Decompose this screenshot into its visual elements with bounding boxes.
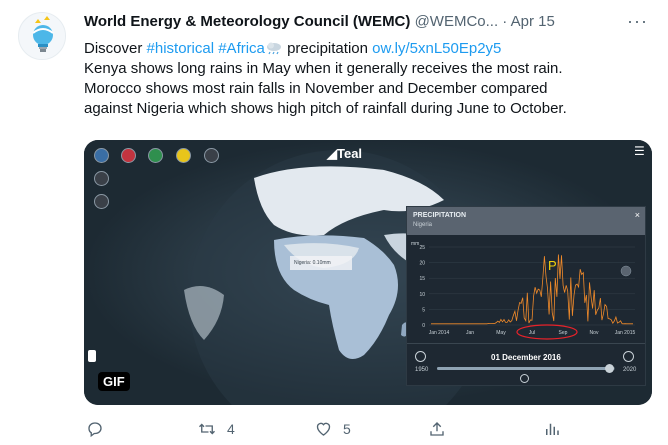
x-tick-label: Jan 2015	[615, 330, 636, 336]
like-count: 5	[343, 421, 351, 437]
media-gif[interactable]: ◢Teal ☰ Nigeria: 0.10mm PRECIPITATION Ni…	[84, 140, 652, 405]
share-icon	[430, 422, 444, 436]
retweet-button[interactable]: 4	[197, 420, 235, 438]
author-name[interactable]: World Energy & Meteorology Council (WEMC…	[84, 13, 410, 30]
panel-title: PRECIPITATION	[413, 212, 467, 219]
share-button[interactable]	[428, 420, 446, 438]
x-tick-label: Jul	[529, 330, 535, 336]
lightbulb-logo-icon	[19, 13, 65, 59]
tweet-line-2: Kenya shows long rains in May when it ge…	[84, 60, 563, 77]
y-tick-label: 0	[422, 323, 425, 329]
analytics-button[interactable]	[543, 420, 561, 438]
map-tooltip: Nigeria: 0.10mm	[294, 260, 331, 266]
y-tick-label: 15	[419, 276, 425, 282]
reply-button[interactable]	[86, 420, 104, 438]
camera-control-icon[interactable]	[94, 194, 109, 209]
globe-control-icon[interactable]	[94, 148, 109, 163]
text-span: Discover	[84, 40, 147, 57]
hamburger-menu-icon[interactable]: ☰	[634, 144, 645, 158]
tweet-line-4: against Nigeria which shows high pitch o…	[84, 100, 567, 117]
precipitation-panel: PRECIPITATION Nigeria × mm 25 20 15 10 5 0 Jan …	[406, 206, 646, 386]
app-logo: ◢Teal	[327, 146, 362, 162]
x-tick-label: Jan	[466, 330, 474, 336]
wind-control-icon[interactable]	[148, 148, 163, 163]
precipitation-series-line	[431, 254, 633, 325]
tweet-link[interactable]: ow.ly/5xnL50Ep2y5	[372, 40, 501, 57]
x-tick-label: May	[496, 330, 506, 336]
ellipsis-icon[interactable]: ···	[627, 11, 648, 32]
cloud-control-icon[interactable]	[204, 148, 219, 163]
precipitation-chart: mm25 20 15 10 5 0 Jan 2014 Jan May Jul Sep Nov Jan 2…	[411, 241, 636, 340]
clock-end-icon	[623, 351, 634, 362]
analytics-icon	[546, 423, 559, 435]
chart-annotation: P	[548, 258, 557, 273]
sun-control-icon[interactable]	[176, 148, 191, 163]
x-tick-label: Jan 2014	[429, 330, 450, 336]
y-unit-label: mm	[411, 241, 419, 247]
tweet-date[interactable]: Apr 15	[511, 13, 555, 30]
tweet-line-1: Discover #historical #Africa precipitati…	[84, 39, 644, 59]
separator: ·	[502, 13, 511, 30]
text-span: precipitation	[282, 40, 373, 57]
app-logo-mark: ◢	[327, 146, 337, 161]
like-button[interactable]: 5	[314, 420, 351, 438]
settings-control-icon[interactable]	[94, 171, 109, 186]
retweet-icon	[199, 423, 215, 435]
y-tick-label: 10	[419, 292, 425, 298]
reply-icon	[88, 422, 102, 438]
panel-subtitle: Nigeria	[413, 222, 433, 228]
tweet-header: World Energy & Meteorology Council (WEMC…	[84, 13, 555, 30]
app-logo-text: Teal	[337, 146, 363, 161]
y-tick-label: 20	[419, 261, 425, 267]
x-tick-label: Sep	[559, 330, 568, 336]
gif-badge: GIF	[98, 372, 130, 391]
play-icon[interactable]	[520, 374, 529, 383]
tweet-line-3: Morocco shows most rain falls in Novembe…	[84, 80, 548, 97]
clock-start-icon	[415, 351, 426, 362]
tweet-text: Discover #historical #Africa precipitati…	[84, 39, 644, 119]
year-start: 1950	[415, 367, 429, 373]
cloud-rain-emoji-icon	[266, 42, 281, 55]
timeline-handle[interactable]	[605, 364, 614, 373]
retweet-count: 4	[227, 421, 235, 437]
x-tick-label: Nov	[590, 330, 599, 336]
y-tick-label: 5	[422, 307, 425, 313]
timeline-progress	[437, 367, 608, 370]
highlight-ellipse	[516, 324, 578, 340]
avatar[interactable]	[18, 12, 66, 60]
home-icon[interactable]	[88, 350, 96, 362]
close-icon[interactable]: ×	[635, 210, 640, 220]
chart-zoom-icon	[620, 265, 632, 277]
author-handle[interactable]: @WEMCo...	[415, 13, 499, 30]
year-end: 2020	[623, 367, 637, 373]
hashtag-historical[interactable]: #historical	[147, 40, 215, 57]
temperature-control-icon[interactable]	[121, 148, 136, 163]
hashtag-africa[interactable]: #Africa	[218, 40, 265, 57]
y-tick-label: 25	[419, 245, 425, 251]
heart-icon	[316, 422, 331, 436]
current-date: 01 December 2016	[491, 353, 561, 362]
timeline-slider[interactable]	[437, 364, 615, 373]
